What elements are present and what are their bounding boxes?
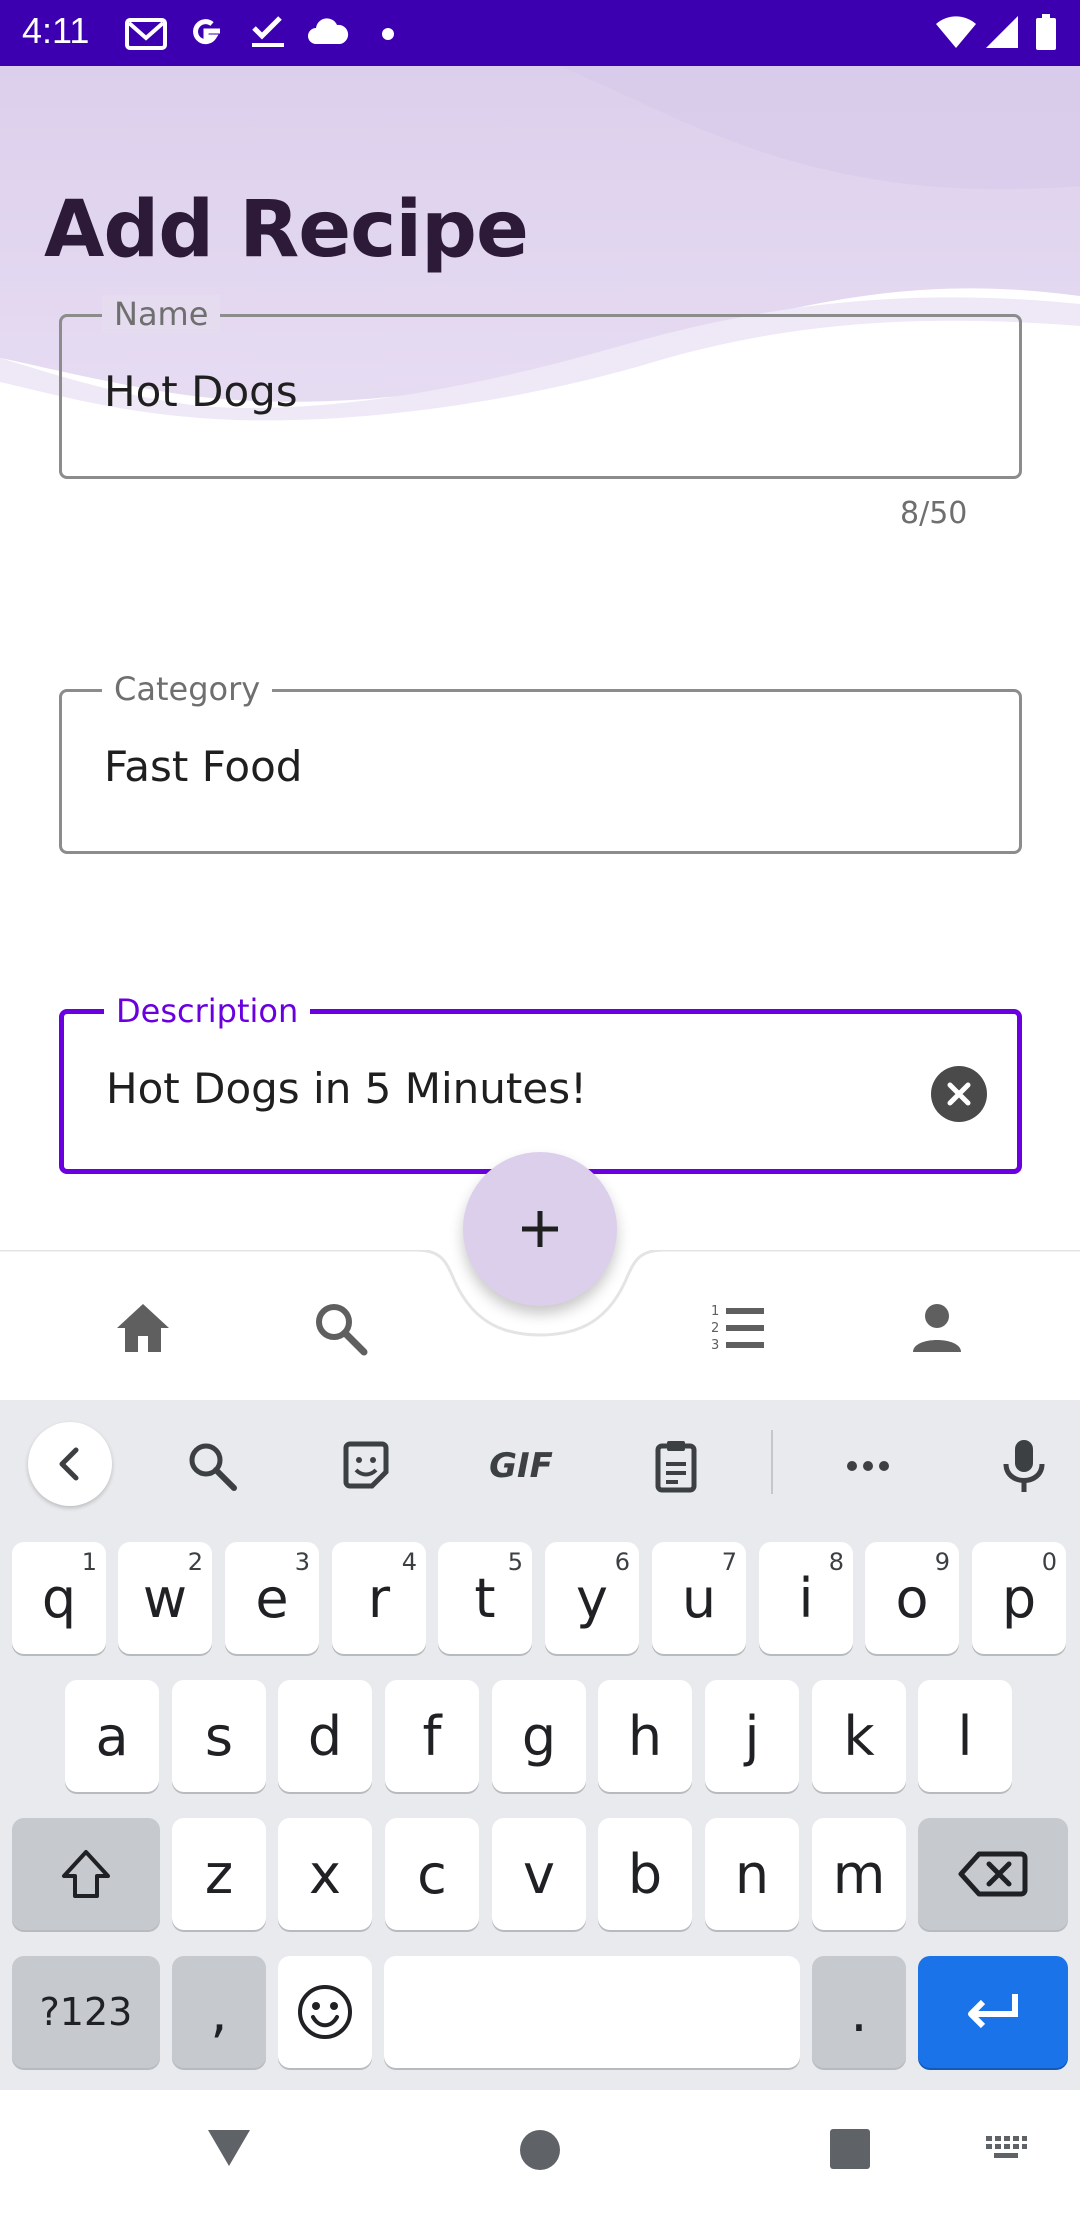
task-check-icon — [252, 16, 284, 47]
key-k[interactable]: k — [812, 1680, 906, 1792]
keyboard-search-icon[interactable] — [182, 1436, 242, 1496]
status-time: 4:11 — [22, 10, 90, 51]
plus-icon — [522, 1211, 558, 1247]
keyboard-back-button[interactable] — [28, 1422, 112, 1506]
key-s[interactable]: s — [172, 1680, 266, 1792]
emoji-key[interactable] — [278, 1956, 372, 2068]
comma-key[interactable]: , — [172, 1956, 266, 2068]
key-i[interactable]: i8 — [759, 1542, 853, 1654]
key-b[interactable]: b — [598, 1818, 692, 1930]
sticker-icon[interactable] — [336, 1436, 396, 1496]
toolbar-divider — [771, 1430, 773, 1494]
svg-text:1: 1 — [711, 1304, 719, 1319]
name-character-counter: 8/50 — [900, 496, 968, 531]
description-field-value: Hot Dogs in 5 Minutes! — [106, 1064, 587, 1113]
key-c[interactable]: c — [385, 1818, 479, 1930]
symbols-key[interactable]: ?123 — [12, 1956, 160, 2068]
category-field[interactable]: Category Fast Food — [59, 670, 1022, 854]
shift-key[interactable] — [12, 1818, 160, 1930]
key-v[interactable]: v — [492, 1818, 586, 1930]
key-e[interactable]: e3 — [225, 1542, 319, 1654]
clipboard-icon[interactable] — [646, 1436, 706, 1496]
person-icon[interactable] — [907, 1298, 967, 1358]
key-u[interactable]: u7 — [652, 1542, 746, 1654]
enter-key[interactable] — [918, 1956, 1068, 2068]
key-d[interactable]: d — [278, 1680, 372, 1792]
battery-icon — [1036, 14, 1056, 50]
key-y[interactable]: y6 — [545, 1542, 639, 1654]
add-recipe-screen: 4:11 Add Recipe Name Hot Dogs 8/50 Categ… — [0, 0, 1080, 2220]
key-m[interactable]: m — [812, 1818, 906, 1930]
cellular-signal-icon — [986, 16, 1018, 48]
key-p[interactable]: p0 — [972, 1542, 1066, 1654]
key-t[interactable]: t5 — [438, 1542, 532, 1654]
soft-keyboard: GIF q1 w2 e3 r4 t5 y6 u7 i8 o9 p0 a s d … — [0, 1400, 1080, 2090]
more-icon[interactable] — [838, 1436, 898, 1496]
back-triangle-icon[interactable] — [206, 2126, 252, 2170]
chevron-left-icon — [59, 1447, 79, 1481]
shift-arrow-icon — [62, 1850, 110, 1898]
key-j[interactable]: j — [705, 1680, 799, 1792]
home-circle-icon[interactable] — [518, 2128, 562, 2172]
system-navigation-bar — [0, 2090, 1080, 2220]
space-key[interactable] — [384, 1956, 800, 2068]
page-title: Add Recipe — [44, 185, 529, 275]
key-g[interactable]: g — [492, 1680, 586, 1792]
svg-text:2: 2 — [711, 1321, 719, 1336]
svg-text:3: 3 — [711, 1338, 719, 1353]
key-q[interactable]: q1 — [12, 1542, 106, 1654]
keyboard-switch-icon[interactable] — [984, 2134, 1028, 2164]
period-key[interactable]: . — [812, 1956, 906, 2068]
name-field-label: Name — [102, 295, 221, 333]
key-r[interactable]: r4 — [332, 1542, 426, 1654]
cloud-icon — [308, 18, 349, 44]
gif-button[interactable]: GIF — [476, 1438, 566, 1494]
keyboard-toolbar: GIF — [0, 1400, 1080, 1530]
name-field[interactable]: Name Hot Dogs — [59, 295, 1022, 479]
description-field-label: Description — [104, 992, 311, 1030]
status-bar: 4:11 — [0, 0, 1080, 66]
category-field-label: Category — [102, 670, 273, 708]
home-icon[interactable] — [113, 1298, 173, 1358]
backspace-icon — [958, 1851, 1028, 1897]
key-x[interactable]: x — [278, 1818, 372, 1930]
key-l[interactable]: l — [918, 1680, 1012, 1792]
key-h[interactable]: h — [598, 1680, 692, 1792]
recents-square-icon[interactable] — [829, 2128, 871, 2170]
wifi-icon — [936, 16, 976, 48]
description-field[interactable]: Description Hot Dogs in 5 Minutes! — [59, 992, 1022, 1174]
add-fab-button[interactable] — [463, 1152, 617, 1306]
key-o[interactable]: o9 — [865, 1542, 959, 1654]
key-n[interactable]: n — [705, 1818, 799, 1930]
emoji-icon — [298, 1985, 352, 2039]
name-field-value: Hot Dogs — [104, 367, 298, 416]
enter-arrow-icon — [968, 1994, 1018, 2029]
key-a[interactable]: a — [65, 1680, 159, 1792]
google-icon — [193, 19, 220, 45]
list-icon[interactable]: 1 2 3 — [708, 1298, 768, 1358]
gmail-icon — [125, 18, 167, 50]
key-f[interactable]: f — [385, 1680, 479, 1792]
mic-icon[interactable] — [994, 1436, 1054, 1496]
key-w[interactable]: w2 — [118, 1542, 212, 1654]
backspace-key[interactable] — [918, 1818, 1068, 1930]
category-field-value: Fast Food — [104, 742, 303, 791]
close-icon — [947, 1082, 971, 1106]
key-z[interactable]: z — [172, 1818, 266, 1930]
dot-icon — [382, 28, 394, 40]
search-icon[interactable] — [310, 1298, 370, 1358]
clear-text-button[interactable] — [931, 1066, 987, 1122]
